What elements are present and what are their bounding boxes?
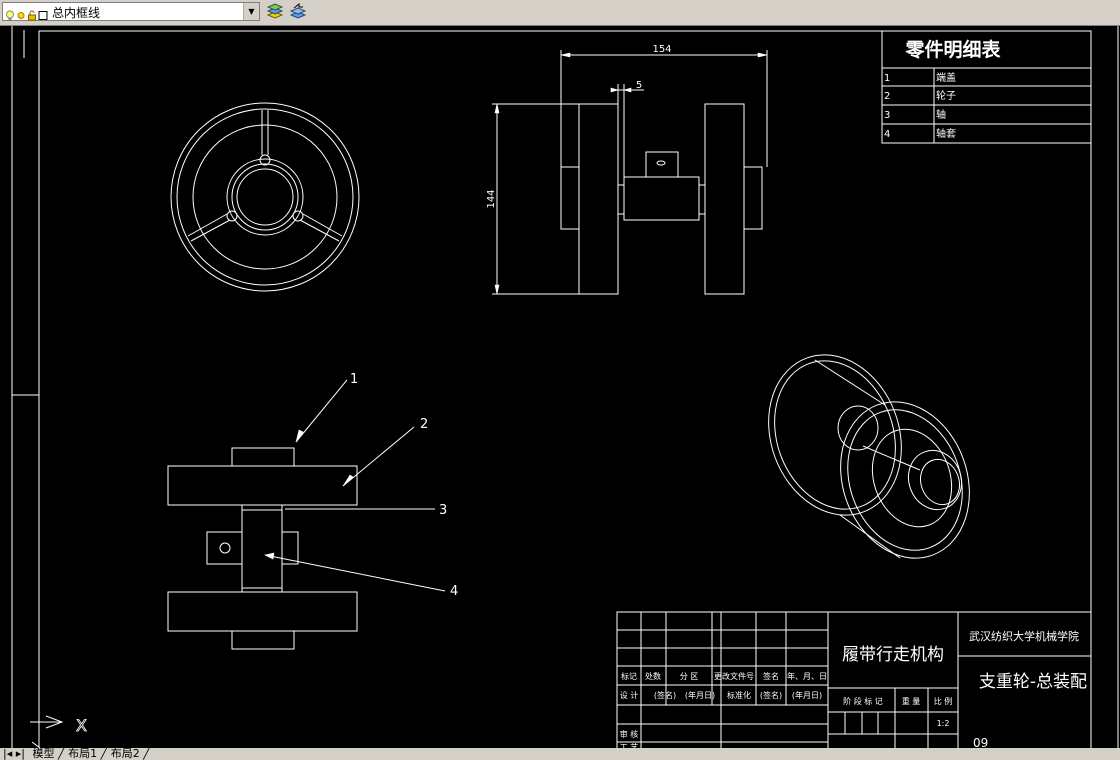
balloon-label: 1 (350, 372, 358, 387)
part-number: 3 (884, 110, 890, 121)
sun-icon[interactable] (16, 6, 26, 19)
tab-layout2[interactable]: 布局2 (111, 748, 140, 759)
drawing-name: 支重轮-总装配 (979, 672, 1087, 692)
ucs-icon (30, 715, 64, 748)
tab-model[interactable]: 模型 (32, 748, 54, 759)
layer-state-icons (5, 6, 48, 21)
wheel-front-view (170, 102, 360, 292)
dimension-gap: 5 (636, 80, 642, 91)
tab-separator: ╱ (100, 747, 108, 760)
title-block-cell: (签名) (654, 690, 676, 700)
part-name: 端盖 (936, 71, 956, 84)
title-block-cell: 设 计 (620, 690, 639, 700)
title-block-cell: 标准化 (727, 690, 751, 700)
layout-tabs-bar: |◂ ▸| 模型 ╱ 布局1 ╱ 布局2 ╱ (0, 748, 1120, 759)
part-name: 轴套 (936, 127, 956, 140)
part-name: 轴 (936, 108, 946, 121)
title-block-cell: 标记 (621, 671, 637, 681)
part-number: 2 (884, 91, 890, 102)
drawing-canvas[interactable]: 零件明细表 1 端盖 2 轮子 3 轴 4 轴套 154 5 144 1 2 3… (0, 26, 1120, 748)
current-layer-name: 总内框线 (52, 6, 101, 20)
title-block-cell: (签名) (760, 690, 782, 700)
wheel-side-view (492, 50, 768, 295)
title-block-cell: 分 区 (680, 672, 699, 681)
title-block-cell: 阶 段 标 记 (843, 696, 883, 706)
part-number: 4 (884, 129, 890, 140)
wheel-isometric-view (768, 354, 970, 559)
layer-dropdown[interactable]: 总内框线 ▼ (2, 2, 260, 21)
layer-previous-icon[interactable] (288, 2, 308, 21)
drawing-number: 09 (973, 736, 988, 748)
part-number: 1 (884, 73, 890, 84)
prev-tab-icon[interactable]: ▸| (16, 748, 25, 759)
title-block-cell: (年月日) (685, 690, 715, 700)
parts-table-title: 零件明细表 (904, 38, 1001, 61)
title-block-cell: 更改文件号 (714, 671, 754, 681)
school-name: 武汉纺织大学机械学院 (969, 629, 1079, 643)
lock-icon[interactable] (27, 6, 37, 21)
title-block-cell: 重 量 (902, 696, 921, 706)
first-tab-icon[interactable]: |◂ (3, 748, 12, 759)
title-block-cell: 处数 (645, 671, 661, 681)
title-block-cell: 签名 (763, 671, 779, 681)
tab-layout1[interactable]: 布局1 (68, 748, 97, 759)
balloon-label: 3 (439, 503, 447, 518)
tab-separator: ╱ (143, 747, 150, 760)
wheel-section-view (167, 379, 446, 650)
dimension-width: 154 (652, 44, 671, 55)
lightbulb-icon[interactable] (5, 6, 15, 20)
balloon-label: 2 (420, 417, 428, 432)
title-block-cell: 年、月、日 (787, 671, 827, 681)
ucs-x-label: X (76, 716, 87, 735)
make-layer-current-icon[interactable] (265, 3, 285, 21)
balloon-label: 4 (450, 584, 458, 599)
part-name: 轮子 (936, 89, 956, 102)
chevron-down-icon[interactable]: ▼ (243, 3, 259, 20)
title-block-cell: (年月日) (792, 690, 822, 700)
title-block-cell: 审 核 (620, 729, 639, 739)
color-swatch-icon[interactable] (38, 6, 48, 20)
drawing-scale: 1:2 (937, 719, 950, 728)
project-name: 履带行走机构 (842, 645, 944, 665)
tab-separator: ╱ (57, 747, 65, 760)
dimension-arrows (264, 52, 768, 560)
layer-toolbar: 总内框线 ▼ (0, 0, 1120, 26)
cad-drawing: 零件明细表 1 端盖 2 轮子 3 轴 4 轴套 154 5 144 1 2 3… (11, 26, 1119, 748)
title-block-cell: 比 例 (934, 696, 953, 706)
dimension-height: 144 (486, 189, 497, 208)
